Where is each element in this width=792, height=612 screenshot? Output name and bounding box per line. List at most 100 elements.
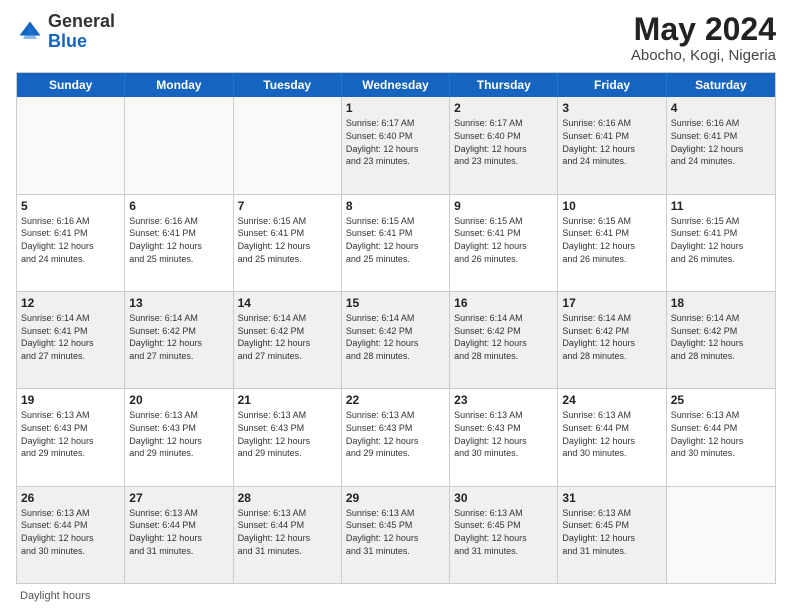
calendar-body: 1Sunrise: 6:17 AM Sunset: 6:40 PM Daylig… [17,97,775,583]
calendar-row: 5Sunrise: 6:16 AM Sunset: 6:41 PM Daylig… [17,194,775,291]
day-number: 21 [238,392,337,408]
weekday-thursday: Thursday [450,73,558,97]
day-number: 13 [129,295,228,311]
cell-info: Sunrise: 6:13 AM Sunset: 6:43 PM Dayligh… [346,409,445,459]
day-number: 29 [346,490,445,506]
cell-info: Sunrise: 6:13 AM Sunset: 6:45 PM Dayligh… [454,507,553,557]
calendar-cell: 3Sunrise: 6:16 AM Sunset: 6:41 PM Daylig… [558,97,666,193]
cell-info: Sunrise: 6:13 AM Sunset: 6:44 PM Dayligh… [238,507,337,557]
calendar-cell: 26Sunrise: 6:13 AM Sunset: 6:44 PM Dayli… [17,487,125,583]
day-number: 1 [346,100,445,116]
calendar-cell: 13Sunrise: 6:14 AM Sunset: 6:42 PM Dayli… [125,292,233,388]
calendar-cell [667,487,775,583]
cell-info: Sunrise: 6:17 AM Sunset: 6:40 PM Dayligh… [346,117,445,167]
calendar-cell: 28Sunrise: 6:13 AM Sunset: 6:44 PM Dayli… [234,487,342,583]
day-number: 7 [238,198,337,214]
calendar-cell: 27Sunrise: 6:13 AM Sunset: 6:44 PM Dayli… [125,487,233,583]
day-number: 25 [671,392,771,408]
logo: General Blue [16,12,115,52]
day-number: 28 [238,490,337,506]
day-number: 5 [21,198,120,214]
calendar-cell: 6Sunrise: 6:16 AM Sunset: 6:41 PM Daylig… [125,195,233,291]
day-number: 12 [21,295,120,311]
calendar-cell: 7Sunrise: 6:15 AM Sunset: 6:41 PM Daylig… [234,195,342,291]
cell-info: Sunrise: 6:15 AM Sunset: 6:41 PM Dayligh… [562,215,661,265]
cell-info: Sunrise: 6:13 AM Sunset: 6:43 PM Dayligh… [129,409,228,459]
day-number: 11 [671,198,771,214]
calendar-cell: 1Sunrise: 6:17 AM Sunset: 6:40 PM Daylig… [342,97,450,193]
header: General Blue May 2024 Abocho, Kogi, Nige… [16,12,776,64]
day-number: 27 [129,490,228,506]
logo-general-text: General [48,11,115,31]
calendar-cell: 31Sunrise: 6:13 AM Sunset: 6:45 PM Dayli… [558,487,666,583]
day-number: 15 [346,295,445,311]
cell-info: Sunrise: 6:17 AM Sunset: 6:40 PM Dayligh… [454,117,553,167]
footer: Daylight hours [16,590,776,602]
weekday-tuesday: Tuesday [234,73,342,97]
day-number: 24 [562,392,661,408]
day-number: 20 [129,392,228,408]
cell-info: Sunrise: 6:14 AM Sunset: 6:42 PM Dayligh… [562,312,661,362]
cell-info: Sunrise: 6:13 AM Sunset: 6:44 PM Dayligh… [21,507,120,557]
day-number: 30 [454,490,553,506]
day-number: 19 [21,392,120,408]
calendar: Sunday Monday Tuesday Wednesday Thursday… [16,72,776,584]
calendar-cell [125,97,233,193]
calendar-cell: 25Sunrise: 6:13 AM Sunset: 6:44 PM Dayli… [667,389,775,485]
day-number: 4 [671,100,771,116]
day-number: 3 [562,100,661,116]
cell-info: Sunrise: 6:16 AM Sunset: 6:41 PM Dayligh… [562,117,661,167]
calendar-cell: 21Sunrise: 6:13 AM Sunset: 6:43 PM Dayli… [234,389,342,485]
day-number: 23 [454,392,553,408]
cell-info: Sunrise: 6:13 AM Sunset: 6:44 PM Dayligh… [129,507,228,557]
logo-blue-text: Blue [48,31,87,51]
cell-info: Sunrise: 6:13 AM Sunset: 6:45 PM Dayligh… [346,507,445,557]
month-year: May 2024 [631,12,776,47]
weekday-wednesday: Wednesday [342,73,450,97]
cell-info: Sunrise: 6:15 AM Sunset: 6:41 PM Dayligh… [238,215,337,265]
cell-info: Sunrise: 6:16 AM Sunset: 6:41 PM Dayligh… [129,215,228,265]
day-number: 8 [346,198,445,214]
calendar-cell: 18Sunrise: 6:14 AM Sunset: 6:42 PM Dayli… [667,292,775,388]
calendar-cell: 19Sunrise: 6:13 AM Sunset: 6:43 PM Dayli… [17,389,125,485]
calendar-cell: 5Sunrise: 6:16 AM Sunset: 6:41 PM Daylig… [17,195,125,291]
calendar-cell: 9Sunrise: 6:15 AM Sunset: 6:41 PM Daylig… [450,195,558,291]
cell-info: Sunrise: 6:14 AM Sunset: 6:42 PM Dayligh… [346,312,445,362]
calendar-row: 19Sunrise: 6:13 AM Sunset: 6:43 PM Dayli… [17,388,775,485]
calendar-cell: 10Sunrise: 6:15 AM Sunset: 6:41 PM Dayli… [558,195,666,291]
weekday-monday: Monday [125,73,233,97]
day-number: 2 [454,100,553,116]
logo-icon [16,18,44,46]
calendar-cell: 2Sunrise: 6:17 AM Sunset: 6:40 PM Daylig… [450,97,558,193]
calendar-cell: 22Sunrise: 6:13 AM Sunset: 6:43 PM Dayli… [342,389,450,485]
cell-info: Sunrise: 6:13 AM Sunset: 6:44 PM Dayligh… [562,409,661,459]
cell-info: Sunrise: 6:14 AM Sunset: 6:41 PM Dayligh… [21,312,120,362]
calendar-cell: 4Sunrise: 6:16 AM Sunset: 6:41 PM Daylig… [667,97,775,193]
calendar-cell: 15Sunrise: 6:14 AM Sunset: 6:42 PM Dayli… [342,292,450,388]
calendar-cell: 20Sunrise: 6:13 AM Sunset: 6:43 PM Dayli… [125,389,233,485]
cell-info: Sunrise: 6:13 AM Sunset: 6:44 PM Dayligh… [671,409,771,459]
calendar-cell: 29Sunrise: 6:13 AM Sunset: 6:45 PM Dayli… [342,487,450,583]
daylight-label: Daylight hours [20,590,90,602]
day-number: 14 [238,295,337,311]
calendar-cell: 11Sunrise: 6:15 AM Sunset: 6:41 PM Dayli… [667,195,775,291]
calendar-cell [234,97,342,193]
cell-info: Sunrise: 6:13 AM Sunset: 6:43 PM Dayligh… [21,409,120,459]
day-number: 26 [21,490,120,506]
calendar-row: 1Sunrise: 6:17 AM Sunset: 6:40 PM Daylig… [17,97,775,193]
calendar-cell [17,97,125,193]
calendar-header: Sunday Monday Tuesday Wednesday Thursday… [17,73,775,97]
cell-info: Sunrise: 6:14 AM Sunset: 6:42 PM Dayligh… [238,312,337,362]
cell-info: Sunrise: 6:15 AM Sunset: 6:41 PM Dayligh… [671,215,771,265]
cell-info: Sunrise: 6:15 AM Sunset: 6:41 PM Dayligh… [454,215,553,265]
cell-info: Sunrise: 6:13 AM Sunset: 6:43 PM Dayligh… [454,409,553,459]
calendar-cell: 16Sunrise: 6:14 AM Sunset: 6:42 PM Dayli… [450,292,558,388]
logo-text: General Blue [48,12,115,52]
cell-info: Sunrise: 6:16 AM Sunset: 6:41 PM Dayligh… [21,215,120,265]
cell-info: Sunrise: 6:15 AM Sunset: 6:41 PM Dayligh… [346,215,445,265]
day-number: 31 [562,490,661,506]
cell-info: Sunrise: 6:13 AM Sunset: 6:45 PM Dayligh… [562,507,661,557]
day-number: 10 [562,198,661,214]
calendar-row: 26Sunrise: 6:13 AM Sunset: 6:44 PM Dayli… [17,486,775,583]
calendar-cell: 12Sunrise: 6:14 AM Sunset: 6:41 PM Dayli… [17,292,125,388]
